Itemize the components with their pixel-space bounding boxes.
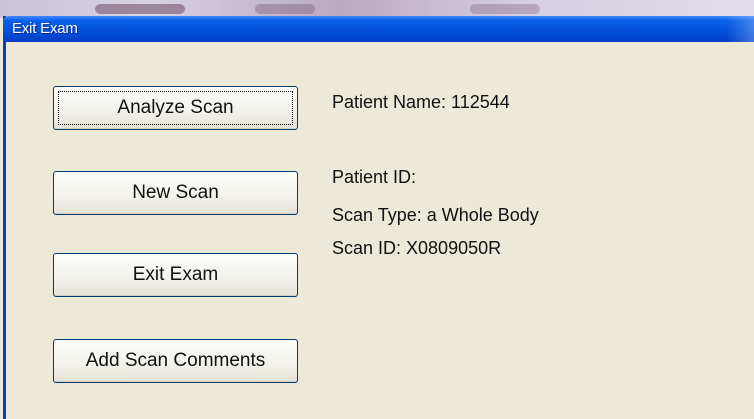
title-bar[interactable]: Exit Exam (3, 16, 754, 42)
analyze-scan-button[interactable]: Analyze Scan (53, 86, 298, 130)
scan-id-label: Scan ID: X0809050R (332, 238, 502, 258)
new-scan-button[interactable]: New Scan (53, 171, 298, 215)
exit-exam-dialog: Exit Exam Analyze Scan New Scan Exit Exa… (3, 16, 754, 419)
patient-id-label: Patient ID: (332, 167, 417, 187)
scan-type-label: Scan Type: a Whole Body (332, 205, 539, 225)
window-title: Exit Exam (12, 20, 78, 37)
screen: Exit Exam Analyze Scan New Scan Exit Exa… (0, 0, 754, 419)
patient-name-label: Patient Name: 112544 (332, 92, 510, 112)
add-scan-comments-button[interactable]: Add Scan Comments (53, 339, 298, 383)
title-bar-shine (726, 16, 754, 42)
exit-exam-button[interactable]: Exit Exam (53, 253, 298, 297)
